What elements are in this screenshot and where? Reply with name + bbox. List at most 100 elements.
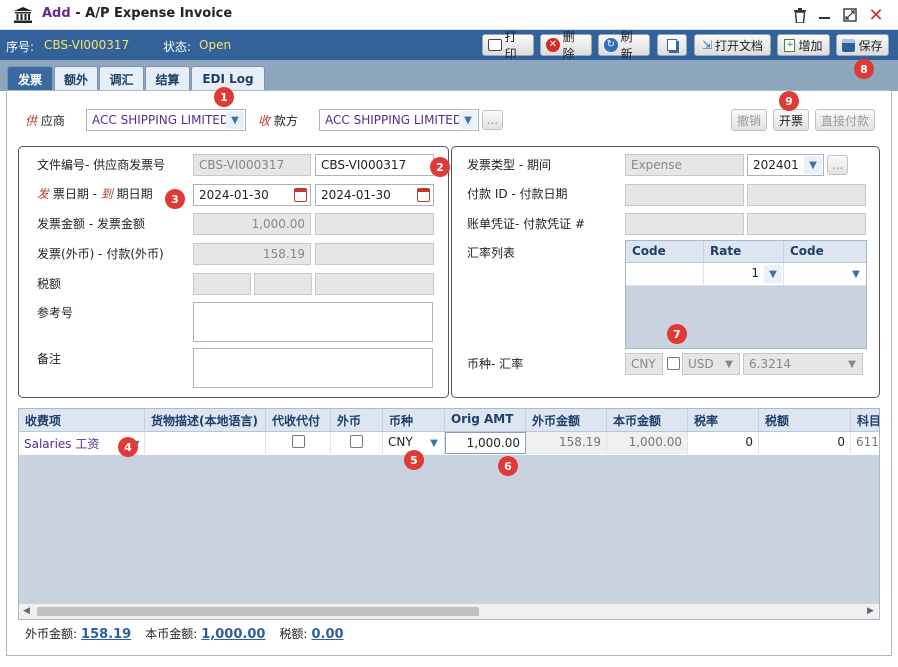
foreign-checkbox[interactable]: [331, 432, 383, 454]
tax-amt-cell[interactable]: 0: [759, 432, 851, 454]
charge-value: Salaries 工资: [24, 437, 100, 451]
foreign-currency-select[interactable]: USD ▼: [682, 353, 740, 375]
supplier-select[interactable]: ACC SHIPPING LIMITED ▼: [86, 109, 246, 131]
annotation-badge-2: 2: [430, 157, 450, 177]
local-total-value[interactable]: 1,000.00: [201, 627, 265, 642]
reference-field[interactable]: [193, 302, 433, 342]
rate-row-code[interactable]: [626, 263, 704, 285]
remark-field[interactable]: [193, 348, 433, 388]
col-account: 科目: [857, 414, 880, 428]
chevron-down-icon[interactable]: ▼: [459, 111, 477, 129]
due-date-value: 2024-01-30: [321, 188, 391, 202]
annotation-badge-7: 7: [667, 324, 687, 344]
tab-settlement[interactable]: 结算: [145, 66, 190, 91]
print-label: 打印: [504, 30, 517, 61]
tab-extra[interactable]: 额外: [54, 66, 98, 91]
minimize-icon[interactable]: [814, 5, 834, 25]
chevron-down-icon[interactable]: ▼: [847, 265, 865, 283]
copy-button[interactable]: [657, 34, 687, 56]
exchange-rate-select[interactable]: 6.3214 ▼: [743, 353, 863, 375]
chevron-down-icon[interactable]: ▼: [720, 355, 738, 373]
refresh-icon: ↻: [604, 38, 618, 52]
chevron-down-icon[interactable]: ▼: [843, 355, 861, 373]
open-document-button[interactable]: ⇲ 打开文档: [694, 34, 771, 56]
rate-col-code-2: Code: [790, 244, 824, 258]
direct-payment-button[interactable]: 直接付款: [815, 109, 875, 131]
issue-invoice-button[interactable]: 开票: [773, 109, 809, 131]
supplier-value: ACC SHIPPING LIMITED: [92, 113, 230, 127]
trash-icon[interactable]: [790, 5, 810, 25]
cancel-button[interactable]: 撤销: [731, 109, 767, 131]
exchange-rate-value: 6.3214: [749, 357, 791, 371]
title-action: Add: [42, 6, 71, 21]
doc-number-label: 文件编号- 供应商发票号: [37, 158, 166, 172]
payee-select[interactable]: ACC SHIPPING LIMITED ▼: [319, 109, 479, 131]
rate-col-rate: Rate: [704, 241, 784, 263]
scrollbar-thumb[interactable]: [37, 607, 479, 616]
scroll-right-icon[interactable]: ▶: [867, 606, 874, 616]
chevron-down-icon[interactable]: ▼: [226, 111, 244, 129]
col-currency: 币种: [383, 409, 445, 431]
delete-label: 删除: [562, 30, 575, 61]
line-grid-header: 收费项 货物描述(本地语言) 代收代付 外币 币种 Orig AMT 外币金额 …: [19, 409, 880, 432]
add-button[interactable]: + 增加: [777, 34, 830, 56]
col-description: 货物描述(本地语言): [145, 409, 266, 431]
period-select[interactable]: 202401 ▼: [747, 154, 824, 176]
description-cell[interactable]: [145, 432, 266, 454]
save-button[interactable]: 保存: [836, 34, 889, 56]
print-button[interactable]: 打印: [482, 30, 534, 61]
payee-more-button[interactable]: ...: [482, 110, 503, 130]
tax-rate-cell[interactable]: 0: [688, 432, 759, 454]
chevron-down-icon[interactable]: ▼: [764, 265, 782, 283]
delete-button[interactable]: ✕ 删除: [540, 30, 592, 61]
chevron-down-icon[interactable]: ▼: [804, 156, 822, 174]
chevron-down-icon[interactable]: ▼: [425, 434, 443, 452]
payee-label: 收 款方: [258, 114, 298, 128]
title-rest: - A/P Expense Invoice: [70, 6, 233, 21]
rate-row-code-2[interactable]: ▼: [784, 263, 866, 285]
annotation-badge-9: 9: [779, 91, 799, 111]
col-foreign: 外币: [331, 409, 383, 431]
rate-row[interactable]: 1 ▼ ▼: [626, 263, 866, 286]
scroll-left-icon[interactable]: ◀: [23, 606, 30, 616]
invoice-type-label: 发票类型 - 期间: [467, 158, 551, 172]
invoice-date-value: 2024-01-30: [199, 188, 269, 202]
currency-checkbox[interactable]: [667, 357, 680, 373]
title-bar: Add - A/P Expense Invoice ✕: [0, 0, 898, 30]
period-more-button[interactable]: ...: [827, 155, 848, 175]
invoice-date-field[interactable]: 2024-01-30: [193, 184, 311, 206]
refresh-button[interactable]: ↻ 刷新: [598, 30, 650, 61]
supplier-invoice-number-field[interactable]: CBS-VI000317: [315, 154, 434, 176]
orig-amt-cell[interactable]: 1,000.00: [445, 432, 526, 454]
payment-id-label: 付款 ID - 付款日期: [467, 187, 568, 201]
table-row[interactable]: Salaries 工资 ▾ CNY ▼ 1,000.00 158.19 1,00…: [19, 432, 879, 455]
tab-exchange[interactable]: 调汇: [99, 66, 144, 91]
collect-checkbox[interactable]: [266, 432, 331, 454]
floppy-icon: [842, 38, 856, 52]
col-orig-amt: Orig AMT: [445, 409, 526, 431]
annotation-badge-8: 8: [854, 59, 874, 79]
supplier-label: 供 应商: [25, 114, 65, 128]
open-document-label: 打开文档: [715, 38, 764, 53]
foreign-amount-label: 发票(外币) - 付款(外币): [37, 247, 164, 261]
payee-value: ACC SHIPPING LIMITED: [325, 113, 463, 127]
col-tax-rate: 税率: [688, 409, 759, 431]
due-date-field[interactable]: 2024-01-30: [315, 184, 434, 206]
invoice-date-label: 发 票日期 - 到 期日期: [37, 187, 153, 201]
close-icon[interactable]: ✕: [866, 5, 886, 26]
tax-total-value[interactable]: 0.00: [311, 627, 343, 642]
calendar-icon[interactable]: [294, 188, 307, 202]
annotation-badge-3: 3: [165, 189, 185, 209]
foreign-amt-cell: 158.19: [526, 432, 607, 454]
voucher-label: 账单凭证- 付款凭证 #: [467, 217, 586, 231]
add-label: 增加: [798, 38, 823, 53]
tab-invoice[interactable]: 发票: [7, 66, 53, 91]
bill-voucher-field: [625, 213, 744, 235]
institution-icon: [14, 7, 32, 23]
maximize-icon[interactable]: [840, 5, 860, 25]
horizontal-scrollbar[interactable]: ◀ ▶: [19, 603, 879, 619]
rate-row-rate[interactable]: 1 ▼: [704, 263, 784, 285]
calendar-icon[interactable]: [417, 188, 430, 202]
delete-icon: ✕: [546, 38, 560, 52]
foreign-total-value[interactable]: 158.19: [81, 627, 131, 642]
